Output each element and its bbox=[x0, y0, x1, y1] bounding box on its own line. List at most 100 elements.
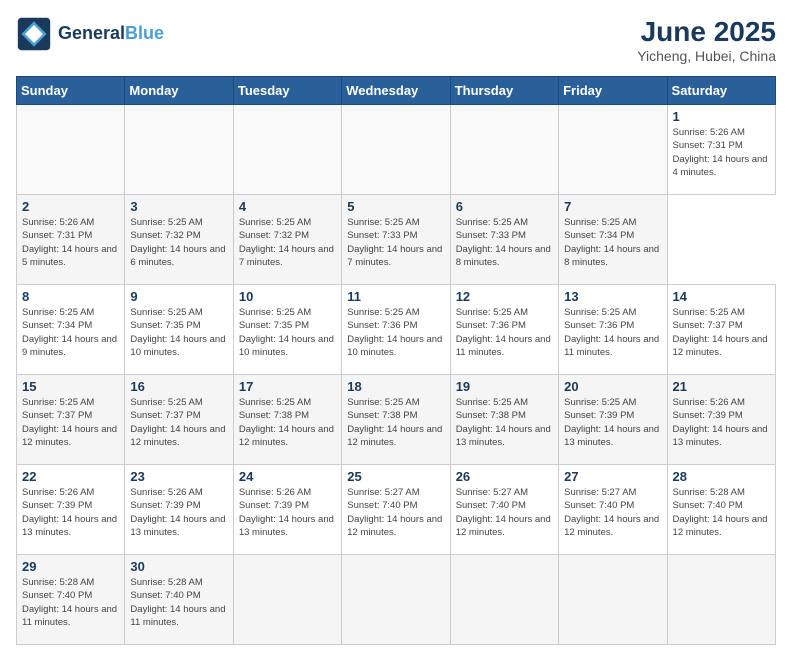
day-number: 1 bbox=[673, 109, 770, 124]
calendar-day-cell: 3 Sunrise: 5:25 AM Sunset: 7:32 PM Dayli… bbox=[125, 195, 233, 285]
calendar-week-row: 22 Sunrise: 5:26 AM Sunset: 7:39 PM Dayl… bbox=[17, 465, 776, 555]
day-info: Sunrise: 5:28 AM Sunset: 7:40 PM Dayligh… bbox=[130, 576, 227, 629]
day-info: Sunrise: 5:25 AM Sunset: 7:37 PM Dayligh… bbox=[22, 396, 119, 449]
day-info: Sunrise: 5:25 AM Sunset: 7:34 PM Dayligh… bbox=[564, 216, 661, 269]
day-number: 23 bbox=[130, 469, 227, 484]
calendar-day-cell: 24 Sunrise: 5:26 AM Sunset: 7:39 PM Dayl… bbox=[233, 465, 341, 555]
calendar-subtitle: Yicheng, Hubei, China bbox=[637, 48, 776, 64]
day-number: 27 bbox=[564, 469, 661, 484]
day-info: Sunrise: 5:25 AM Sunset: 7:36 PM Dayligh… bbox=[347, 306, 444, 359]
calendar-week-row: 2 Sunrise: 5:26 AM Sunset: 7:31 PM Dayli… bbox=[17, 195, 776, 285]
day-number: 19 bbox=[456, 379, 553, 394]
calendar-day-cell: 10 Sunrise: 5:25 AM Sunset: 7:35 PM Dayl… bbox=[233, 285, 341, 375]
calendar-day-cell bbox=[450, 555, 558, 645]
day-info: Sunrise: 5:25 AM Sunset: 7:36 PM Dayligh… bbox=[456, 306, 553, 359]
day-number: 8 bbox=[22, 289, 119, 304]
calendar-day-cell: 28 Sunrise: 5:28 AM Sunset: 7:40 PM Dayl… bbox=[667, 465, 775, 555]
day-number: 2 bbox=[22, 199, 119, 214]
weekday-header-row: SundayMondayTuesdayWednesdayThursdayFrid… bbox=[17, 77, 776, 105]
title-block: June 2025 Yicheng, Hubei, China bbox=[637, 16, 776, 64]
calendar-week-row: 29 Sunrise: 5:28 AM Sunset: 7:40 PM Dayl… bbox=[17, 555, 776, 645]
day-number: 21 bbox=[673, 379, 770, 394]
calendar-day-cell: 19 Sunrise: 5:25 AM Sunset: 7:38 PM Dayl… bbox=[450, 375, 558, 465]
logo-text: GeneralBlue bbox=[58, 24, 164, 44]
calendar-day-cell: 22 Sunrise: 5:26 AM Sunset: 7:39 PM Dayl… bbox=[17, 465, 125, 555]
calendar-week-row: 1 Sunrise: 5:26 AM Sunset: 7:31 PM Dayli… bbox=[17, 105, 776, 195]
day-info: Sunrise: 5:26 AM Sunset: 7:31 PM Dayligh… bbox=[22, 216, 119, 269]
day-number: 3 bbox=[130, 199, 227, 214]
calendar-day-cell: 4 Sunrise: 5:25 AM Sunset: 7:32 PM Dayli… bbox=[233, 195, 341, 285]
day-info: Sunrise: 5:26 AM Sunset: 7:39 PM Dayligh… bbox=[239, 486, 336, 539]
day-info: Sunrise: 5:25 AM Sunset: 7:35 PM Dayligh… bbox=[130, 306, 227, 359]
day-info: Sunrise: 5:27 AM Sunset: 7:40 PM Dayligh… bbox=[564, 486, 661, 539]
calendar-week-row: 15 Sunrise: 5:25 AM Sunset: 7:37 PM Dayl… bbox=[17, 375, 776, 465]
day-number: 5 bbox=[347, 199, 444, 214]
calendar-day-cell: 15 Sunrise: 5:25 AM Sunset: 7:37 PM Dayl… bbox=[17, 375, 125, 465]
day-number: 20 bbox=[564, 379, 661, 394]
weekday-header: Thursday bbox=[450, 77, 558, 105]
day-number: 17 bbox=[239, 379, 336, 394]
calendar-day-cell bbox=[450, 105, 558, 195]
day-info: Sunrise: 5:28 AM Sunset: 7:40 PM Dayligh… bbox=[22, 576, 119, 629]
day-info: Sunrise: 5:26 AM Sunset: 7:39 PM Dayligh… bbox=[673, 396, 770, 449]
day-number: 10 bbox=[239, 289, 336, 304]
day-info: Sunrise: 5:26 AM Sunset: 7:39 PM Dayligh… bbox=[130, 486, 227, 539]
calendar-day-cell: 13 Sunrise: 5:25 AM Sunset: 7:36 PM Dayl… bbox=[559, 285, 667, 375]
calendar-day-cell: 16 Sunrise: 5:25 AM Sunset: 7:37 PM Dayl… bbox=[125, 375, 233, 465]
calendar-day-cell: 21 Sunrise: 5:26 AM Sunset: 7:39 PM Dayl… bbox=[667, 375, 775, 465]
weekday-header: Wednesday bbox=[342, 77, 450, 105]
day-info: Sunrise: 5:26 AM Sunset: 7:31 PM Dayligh… bbox=[673, 126, 770, 179]
calendar-day-cell: 5 Sunrise: 5:25 AM Sunset: 7:33 PM Dayli… bbox=[342, 195, 450, 285]
day-number: 16 bbox=[130, 379, 227, 394]
calendar-day-cell: 14 Sunrise: 5:25 AM Sunset: 7:37 PM Dayl… bbox=[667, 285, 775, 375]
day-number: 29 bbox=[22, 559, 119, 574]
day-number: 25 bbox=[347, 469, 444, 484]
day-info: Sunrise: 5:28 AM Sunset: 7:40 PM Dayligh… bbox=[673, 486, 770, 539]
calendar-day-cell: 26 Sunrise: 5:27 AM Sunset: 7:40 PM Dayl… bbox=[450, 465, 558, 555]
day-number: 30 bbox=[130, 559, 227, 574]
calendar-day-cell: 1 Sunrise: 5:26 AM Sunset: 7:31 PM Dayli… bbox=[667, 105, 775, 195]
day-number: 12 bbox=[456, 289, 553, 304]
calendar-day-cell bbox=[233, 105, 341, 195]
calendar-day-cell: 30 Sunrise: 5:28 AM Sunset: 7:40 PM Dayl… bbox=[125, 555, 233, 645]
calendar-day-cell bbox=[667, 555, 775, 645]
day-number: 22 bbox=[22, 469, 119, 484]
calendar-title: June 2025 bbox=[637, 16, 776, 48]
day-info: Sunrise: 5:25 AM Sunset: 7:33 PM Dayligh… bbox=[347, 216, 444, 269]
day-number: 7 bbox=[564, 199, 661, 214]
day-number: 26 bbox=[456, 469, 553, 484]
calendar-week-row: 8 Sunrise: 5:25 AM Sunset: 7:34 PM Dayli… bbox=[17, 285, 776, 375]
day-number: 18 bbox=[347, 379, 444, 394]
day-info: Sunrise: 5:25 AM Sunset: 7:38 PM Dayligh… bbox=[456, 396, 553, 449]
logo: GeneralBlue bbox=[16, 16, 164, 52]
day-number: 15 bbox=[22, 379, 119, 394]
day-number: 6 bbox=[456, 199, 553, 214]
day-number: 24 bbox=[239, 469, 336, 484]
weekday-header: Tuesday bbox=[233, 77, 341, 105]
page-header: GeneralBlue June 2025 Yicheng, Hubei, Ch… bbox=[16, 16, 776, 64]
calendar-day-cell: 2 Sunrise: 5:26 AM Sunset: 7:31 PM Dayli… bbox=[17, 195, 125, 285]
calendar-day-cell: 9 Sunrise: 5:25 AM Sunset: 7:35 PM Dayli… bbox=[125, 285, 233, 375]
day-info: Sunrise: 5:27 AM Sunset: 7:40 PM Dayligh… bbox=[347, 486, 444, 539]
weekday-header: Monday bbox=[125, 77, 233, 105]
weekday-header: Sunday bbox=[17, 77, 125, 105]
calendar-day-cell bbox=[17, 105, 125, 195]
weekday-header: Saturday bbox=[667, 77, 775, 105]
calendar-day-cell: 18 Sunrise: 5:25 AM Sunset: 7:38 PM Dayl… bbox=[342, 375, 450, 465]
day-info: Sunrise: 5:25 AM Sunset: 7:33 PM Dayligh… bbox=[456, 216, 553, 269]
calendar-day-cell bbox=[559, 105, 667, 195]
day-number: 28 bbox=[673, 469, 770, 484]
day-number: 14 bbox=[673, 289, 770, 304]
day-info: Sunrise: 5:25 AM Sunset: 7:38 PM Dayligh… bbox=[239, 396, 336, 449]
day-info: Sunrise: 5:25 AM Sunset: 7:39 PM Dayligh… bbox=[564, 396, 661, 449]
day-info: Sunrise: 5:26 AM Sunset: 7:39 PM Dayligh… bbox=[22, 486, 119, 539]
day-number: 11 bbox=[347, 289, 444, 304]
calendar-day-cell: 11 Sunrise: 5:25 AM Sunset: 7:36 PM Dayl… bbox=[342, 285, 450, 375]
calendar-day-cell: 12 Sunrise: 5:25 AM Sunset: 7:36 PM Dayl… bbox=[450, 285, 558, 375]
calendar-day-cell: 20 Sunrise: 5:25 AM Sunset: 7:39 PM Dayl… bbox=[559, 375, 667, 465]
calendar-day-cell: 23 Sunrise: 5:26 AM Sunset: 7:39 PM Dayl… bbox=[125, 465, 233, 555]
calendar-day-cell bbox=[342, 105, 450, 195]
day-info: Sunrise: 5:25 AM Sunset: 7:37 PM Dayligh… bbox=[673, 306, 770, 359]
calendar-day-cell: 8 Sunrise: 5:25 AM Sunset: 7:34 PM Dayli… bbox=[17, 285, 125, 375]
day-info: Sunrise: 5:25 AM Sunset: 7:32 PM Dayligh… bbox=[130, 216, 227, 269]
